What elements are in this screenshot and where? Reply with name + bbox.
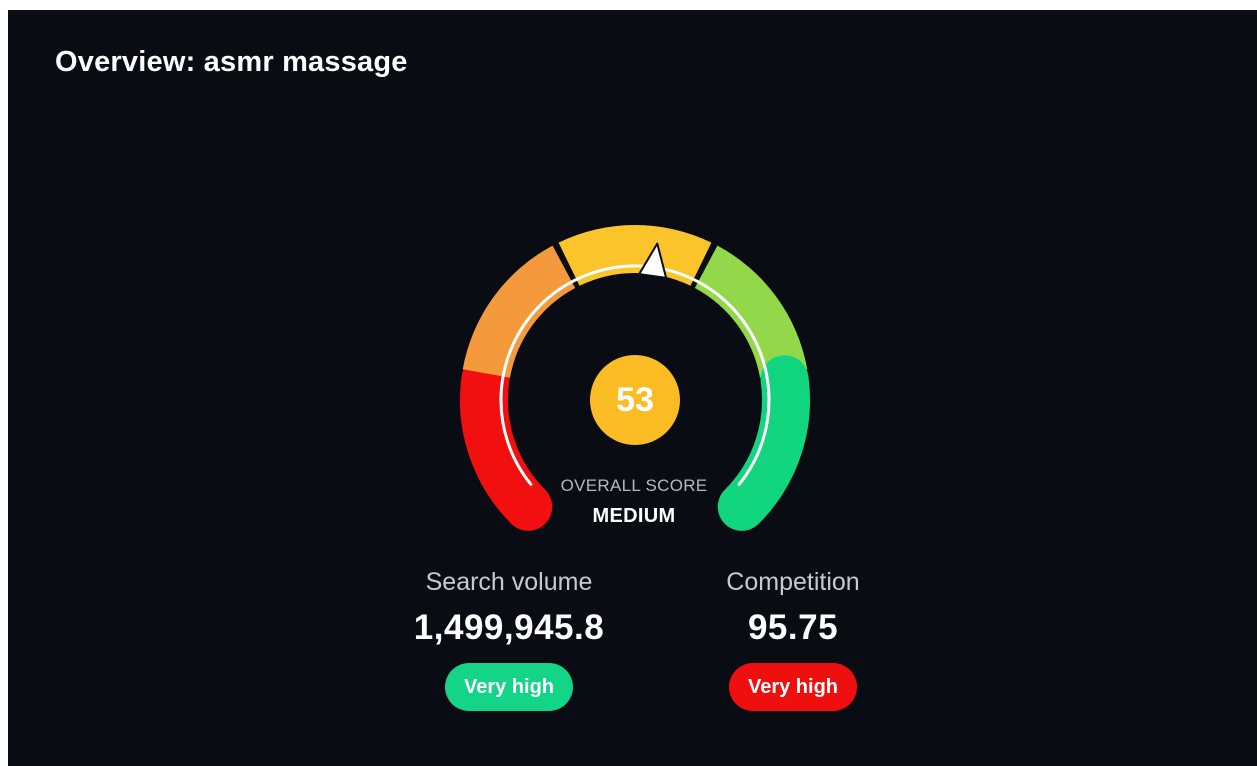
search-volume-badge: Very high [444,663,574,711]
overview-card: Overview: asmr massage 53 OVERALL SCORE … [8,10,1257,766]
competition-badge: Very high [728,663,858,711]
search-volume-label: Search volume [425,568,593,596]
search-volume-value: 1,499,945.8 [413,608,605,647]
score-label: OVERALL SCORE [560,476,708,495]
gauge-segment-green [717,355,810,531]
score-circle: 53 [590,355,680,445]
search-volume-metric: Search volume 1,499,945.8 Very high [389,567,629,711]
competition-value: 95.75 [747,608,839,647]
competition-label: Competition [726,568,860,596]
score-level: MEDIUM [592,505,676,527]
gauge-segment-red [460,355,553,531]
competition-metric: Competition 95.75 Very high [673,567,913,711]
gauge-segment-orange [462,245,576,378]
